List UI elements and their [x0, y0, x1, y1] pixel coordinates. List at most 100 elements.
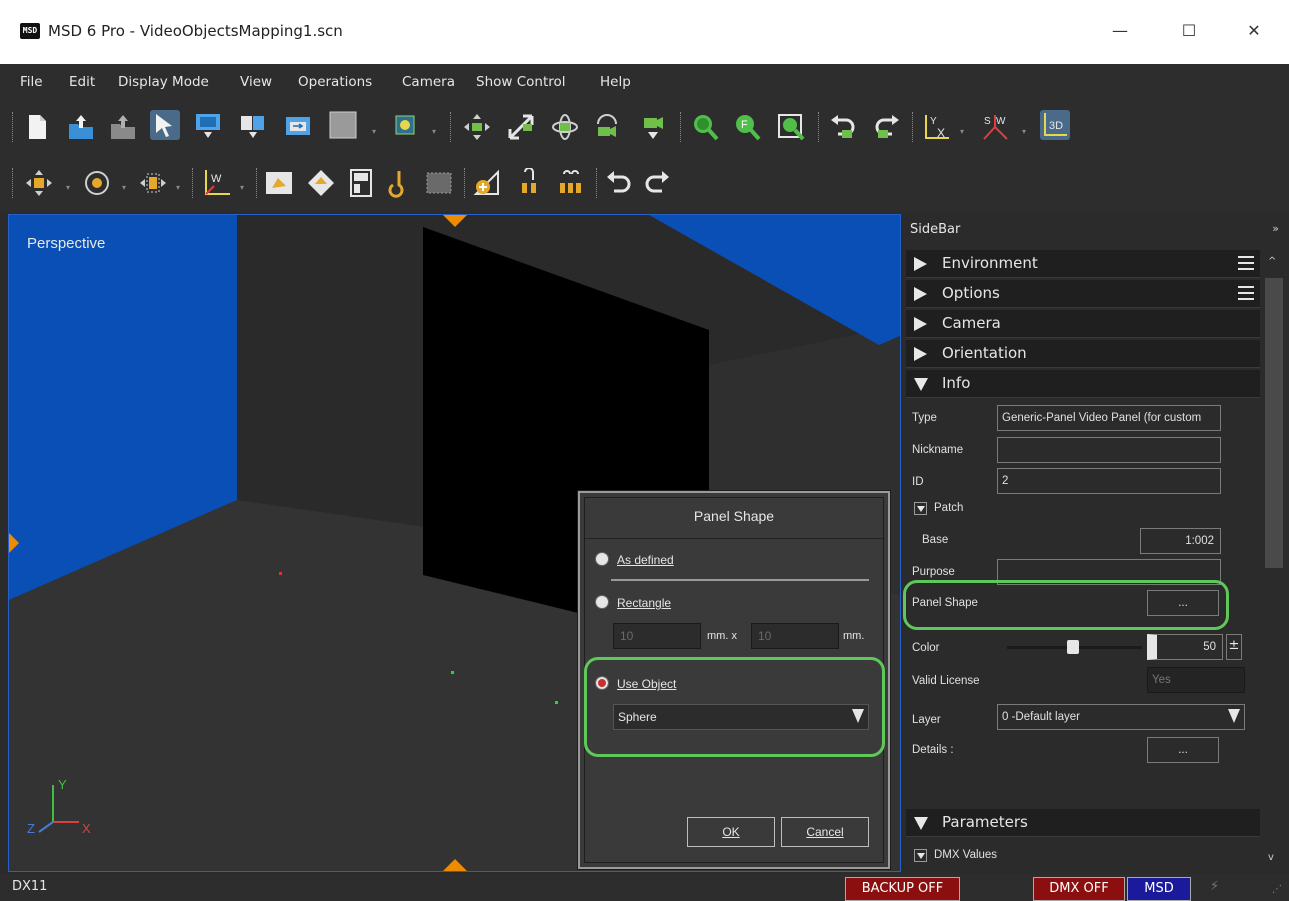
viewport-label[interactable]: Perspective	[27, 235, 105, 252]
world-axis-icon[interactable]: W	[202, 168, 232, 198]
secondary-toolbar: ▾ ▾ ▾ W ▾	[0, 156, 1289, 212]
expand-arrow-icon	[914, 317, 927, 331]
fixture-icon[interactable]	[390, 110, 420, 140]
valid-license-field: Yes	[1147, 667, 1245, 693]
section-options[interactable]: Options	[906, 280, 1260, 308]
undo-view-icon[interactable]	[828, 112, 858, 142]
window-icon[interactable]	[283, 112, 313, 142]
camera-icon[interactable]	[638, 112, 668, 142]
redo-icon[interactable]	[642, 168, 672, 198]
menu-file[interactable]: File	[20, 74, 43, 90]
multi-clamp-icon[interactable]	[556, 168, 586, 198]
zoom-window-icon[interactable]	[776, 112, 806, 142]
layer-select-value: 0 -Default layer	[1002, 711, 1080, 723]
nickname-field[interactable]	[997, 437, 1221, 463]
save-icon[interactable]	[108, 112, 138, 142]
section-orientation[interactable]: Orientation	[906, 340, 1260, 368]
view-3d-icon[interactable]: 3D	[1040, 110, 1070, 140]
menu-help[interactable]: Help	[600, 74, 631, 90]
backup-status-badge[interactable]: BACKUP OFF	[845, 877, 960, 901]
radio-rectangle[interactable]	[595, 595, 609, 609]
chevron-down-icon[interactable]: ▾	[122, 184, 128, 192]
scrollbar-thumb[interactable]	[1265, 278, 1283, 568]
ok-button[interactable]: OK	[687, 817, 775, 847]
menu-operations[interactable]: Operations	[298, 74, 372, 90]
section-parameters-label: Parameters	[942, 813, 1028, 831]
chevron-down-icon[interactable]: ▾	[66, 184, 72, 192]
details-button[interactable]: ...	[1147, 737, 1219, 763]
axis-xy-icon[interactable]: Y X	[922, 112, 952, 142]
section-info[interactable]: Info	[906, 370, 1260, 398]
hook-icon[interactable]	[384, 168, 414, 198]
unit-mm-x-label: mm. x	[707, 630, 737, 642]
chevron-down-icon[interactable]: ▾	[176, 184, 182, 192]
id-field[interactable]: 2	[997, 468, 1221, 494]
move-object-icon[interactable]	[24, 168, 54, 198]
toolbar-separator	[912, 112, 913, 142]
group-icon[interactable]	[424, 168, 454, 198]
zoom-icon[interactable]	[690, 112, 720, 142]
orbit-icon[interactable]	[550, 112, 580, 142]
type-field[interactable]: Generic-Panel Video Panel (for custom	[997, 405, 1221, 431]
axis-sw-icon[interactable]: S W	[980, 112, 1010, 142]
color-slider-thumb[interactable]	[1067, 640, 1079, 654]
chevron-down-icon[interactable]: ▾	[1022, 128, 1028, 136]
align-icon[interactable]	[264, 168, 294, 198]
box-icon[interactable]	[328, 110, 358, 140]
undo-icon[interactable]	[604, 168, 634, 198]
maximize-button[interactable]: ☐	[1166, 14, 1212, 48]
pan-icon[interactable]	[462, 112, 492, 142]
chevron-down-icon[interactable]: ▾	[432, 128, 438, 136]
dmx-status-badge[interactable]: DMX OFF	[1033, 877, 1125, 901]
redo-view-icon[interactable]	[872, 112, 902, 142]
chevron-down-icon[interactable]: ▾	[960, 128, 966, 136]
menu-show-control[interactable]: Show Control	[476, 74, 566, 90]
section-parameters[interactable]: Parameters	[906, 809, 1260, 837]
scroll-up-icon[interactable]: ^	[1268, 256, 1276, 267]
scroll-down-icon[interactable]: v	[1268, 852, 1274, 863]
add-truss-icon[interactable]	[472, 168, 502, 198]
rotate-object-icon[interactable]	[82, 168, 112, 198]
resize-grip-icon[interactable]: ⋰	[1272, 884, 1282, 895]
distribute-icon[interactable]	[306, 168, 336, 198]
chevron-down-icon[interactable]: ▾	[372, 128, 378, 136]
zoom-fit-icon[interactable]: F	[732, 112, 762, 142]
resize-icon[interactable]	[506, 112, 536, 142]
base-field[interactable]: 1:002	[1140, 528, 1221, 554]
open-folder-icon[interactable]	[66, 112, 96, 142]
radio-as-defined[interactable]	[595, 552, 609, 566]
menu-icon[interactable]	[1238, 256, 1254, 270]
close-button[interactable]: ✕	[1231, 14, 1277, 48]
minimize-button[interactable]: —	[1097, 14, 1143, 48]
array-icon[interactable]	[346, 168, 376, 198]
rectangle-height-input[interactable]: 10	[751, 623, 839, 649]
collapse-icon[interactable]: »	[1272, 222, 1279, 235]
dmx-values-toggle[interactable]	[914, 849, 927, 862]
new-file-icon[interactable]	[22, 112, 52, 142]
clamp-icon[interactable]	[514, 168, 544, 198]
sidebar-scrollbar[interactable]: ^ v	[1262, 248, 1286, 868]
dropdown-arrow-icon[interactable]	[1228, 709, 1240, 723]
section-camera[interactable]: Camera	[906, 310, 1260, 338]
cancel-button[interactable]: Cancel	[781, 817, 869, 847]
monitor-icon[interactable]	[193, 110, 223, 140]
layer-select[interactable]: 0 -Default layer	[997, 704, 1245, 730]
msd-status-badge[interactable]: MSD	[1127, 877, 1191, 901]
patch-toggle[interactable]	[914, 502, 927, 515]
color-stepper[interactable]: ±	[1226, 634, 1242, 660]
section-environment[interactable]: Environment	[906, 250, 1260, 278]
menu-display-mode[interactable]: Display Mode	[118, 74, 209, 90]
chevron-down-icon[interactable]: ▾	[240, 184, 246, 192]
camera-orbit-icon[interactable]	[592, 112, 622, 142]
rectangle-width-input[interactable]: 10	[613, 623, 701, 649]
radio-rectangle-label[interactable]: Rectangle	[617, 596, 671, 610]
radio-as-defined-label[interactable]: As defined	[617, 553, 674, 567]
scale-object-icon[interactable]	[138, 168, 168, 198]
color-value-field[interactable]: 50	[1147, 634, 1223, 660]
menu-view[interactable]: View	[240, 74, 272, 90]
menu-icon[interactable]	[1238, 286, 1254, 300]
menu-edit[interactable]: Edit	[69, 74, 95, 90]
menu-camera[interactable]: Camera	[402, 74, 455, 90]
select-arrow-icon[interactable]	[150, 110, 180, 140]
copy-icon[interactable]	[238, 110, 268, 140]
